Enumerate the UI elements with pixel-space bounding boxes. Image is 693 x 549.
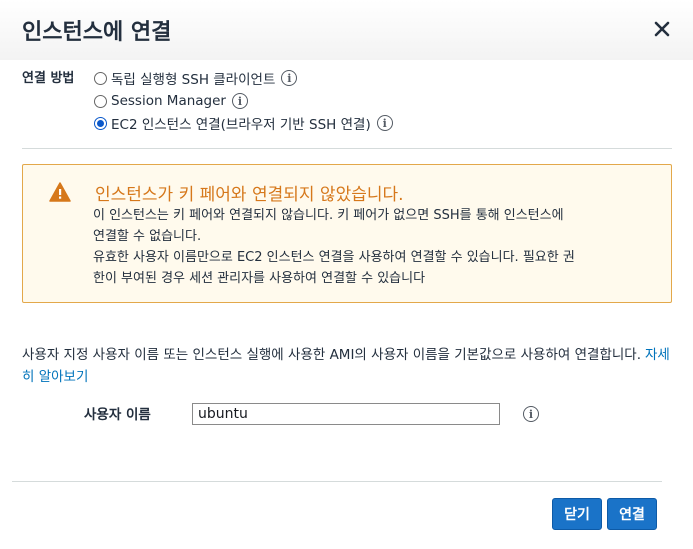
alert-text-line: 한이 부여된 경우 세션 관리자를 사용하여 연결할 수 있습니다 bbox=[93, 271, 426, 286]
radio-option-session-manager[interactable]: Session Manager i bbox=[94, 91, 248, 111]
warning-alert: 인스턴스가 키 페어와 연결되지 않았습니다. 이 인스턴스는 키 페어와 연결… bbox=[22, 164, 672, 303]
connect-button[interactable]: 연결 bbox=[607, 498, 657, 530]
username-input[interactable] bbox=[192, 403, 500, 425]
close-button[interactable]: 닫기 bbox=[552, 498, 602, 530]
info-icon[interactable]: i bbox=[231, 93, 248, 109]
dialog-header: 인스턴스에 연결 bbox=[0, 0, 693, 60]
alert-body: 이 인스턴스는 키 페어와 연결되지 않습니다. 키 페어가 없으면 SSH를 … bbox=[93, 205, 663, 289]
alert-text-line: 유효한 사용자 이름만으로 EC2 인스턴스 연결을 사용하여 연결할 수 있습… bbox=[93, 250, 575, 265]
info-icon[interactable]: i bbox=[523, 406, 539, 422]
alert-text-line: 이 인스턴스는 키 페어와 연결되지 않습니다. 키 페어가 없으면 SSH를 … bbox=[93, 208, 564, 223]
dialog-title: 인스턴스에 연결 bbox=[22, 20, 172, 45]
connection-method-label: 연결 방법 bbox=[22, 71, 75, 86]
info-icon[interactable]: i bbox=[376, 115, 393, 131]
radio-option-label: Session Manager bbox=[111, 93, 226, 109]
close-icon[interactable] bbox=[651, 18, 673, 40]
divider bbox=[22, 148, 672, 149]
radio-option-label: 독립 실행형 SSH 클라이언트 bbox=[111, 72, 276, 88]
description-text: 사용자 지정 사용자 이름 또는 인스턴스 실행에 사용한 AMI의 사용자 이… bbox=[22, 347, 642, 363]
footer-divider bbox=[12, 481, 662, 482]
radio-button[interactable] bbox=[94, 94, 107, 108]
radio-option-ec2-instance-connect[interactable]: EC2 인스턴스 연결(브라우저 기반 SSH 연결) i bbox=[94, 113, 393, 133]
radio-option-ssh-client[interactable]: 독립 실행형 SSH 클라이언트 i bbox=[94, 68, 298, 88]
info-icon[interactable]: i bbox=[281, 70, 298, 86]
warning-icon bbox=[49, 182, 71, 206]
alert-text-line: 연결할 수 없습니다. bbox=[93, 229, 202, 244]
radio-option-label: EC2 인스턴스 연결(브라우저 기반 SSH 연결) bbox=[111, 117, 371, 133]
radio-button-selected[interactable] bbox=[94, 116, 107, 130]
username-description: 사용자 지정 사용자 이름 또는 인스턴스 실행에 사용한 AMI의 사용자 이… bbox=[22, 344, 677, 388]
alert-title: 인스턴스가 키 페어와 연결되지 않았습니다. bbox=[95, 185, 404, 205]
radio-button[interactable] bbox=[94, 71, 107, 85]
username-label: 사용자 이름 bbox=[84, 407, 151, 423]
